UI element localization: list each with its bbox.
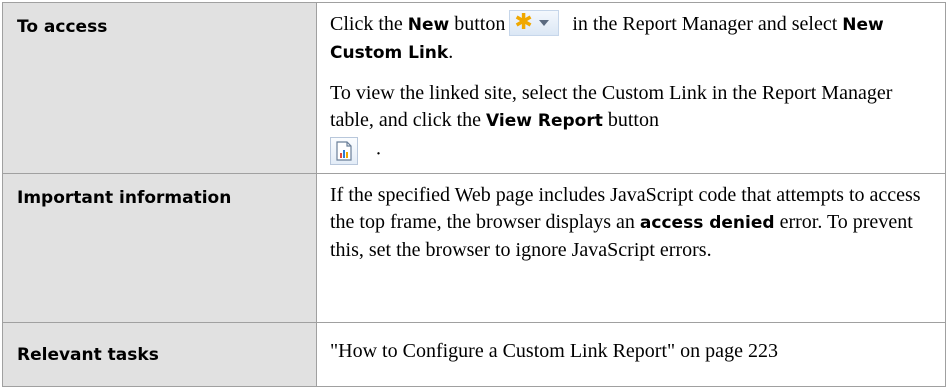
access-paragraph-1: Click the New button ✱ in the Report Mana… [330, 10, 933, 67]
access-paragraph-2: To view the linked site, select the Cust… [330, 80, 933, 165]
text-segment: Click the [330, 13, 408, 35]
text-segment: . [376, 137, 381, 160]
ui-term-view-report: View Report [486, 111, 603, 131]
ui-term-new: New [407, 15, 450, 35]
task-link[interactable]: "How to Configure a Custom Link Report" … [330, 340, 778, 362]
text-segment: in the Report Manager and select [567, 13, 843, 35]
view-report-button-image[interactable] [330, 137, 358, 165]
text-segment: . [448, 41, 454, 63]
row-content-relevant-tasks: "How to Configure a Custom Link Report" … [316, 322, 946, 387]
text-segment: button [449, 13, 506, 35]
row-content-important-information: If the specified Web page includes JavaS… [316, 173, 946, 323]
info-table: To access Click the New button ✱ in the R… [2, 2, 946, 387]
text-segment: button [602, 109, 659, 131]
new-button-image[interactable]: ✱ [509, 10, 560, 37]
chevron-down-icon [538, 20, 549, 27]
view-report-icon [336, 141, 352, 161]
row-content-to-access: Click the New button ✱ in the Report Mana… [316, 2, 946, 174]
row-label-to-access: To access [2, 2, 317, 174]
new-star-icon: ✱ [514, 10, 533, 36]
row-label-relevant-tasks: Relevant tasks [2, 322, 317, 387]
table-row-to-access: To access Click the New button ✱ in the R… [2, 2, 946, 174]
row-label-important-information: Important information [2, 173, 317, 323]
table-row-important-information: Important information If the specified W… [2, 173, 946, 323]
table-row-relevant-tasks: Relevant tasks "How to Configure a Custo… [2, 322, 946, 387]
ui-term-access-denied: access denied [639, 213, 775, 233]
